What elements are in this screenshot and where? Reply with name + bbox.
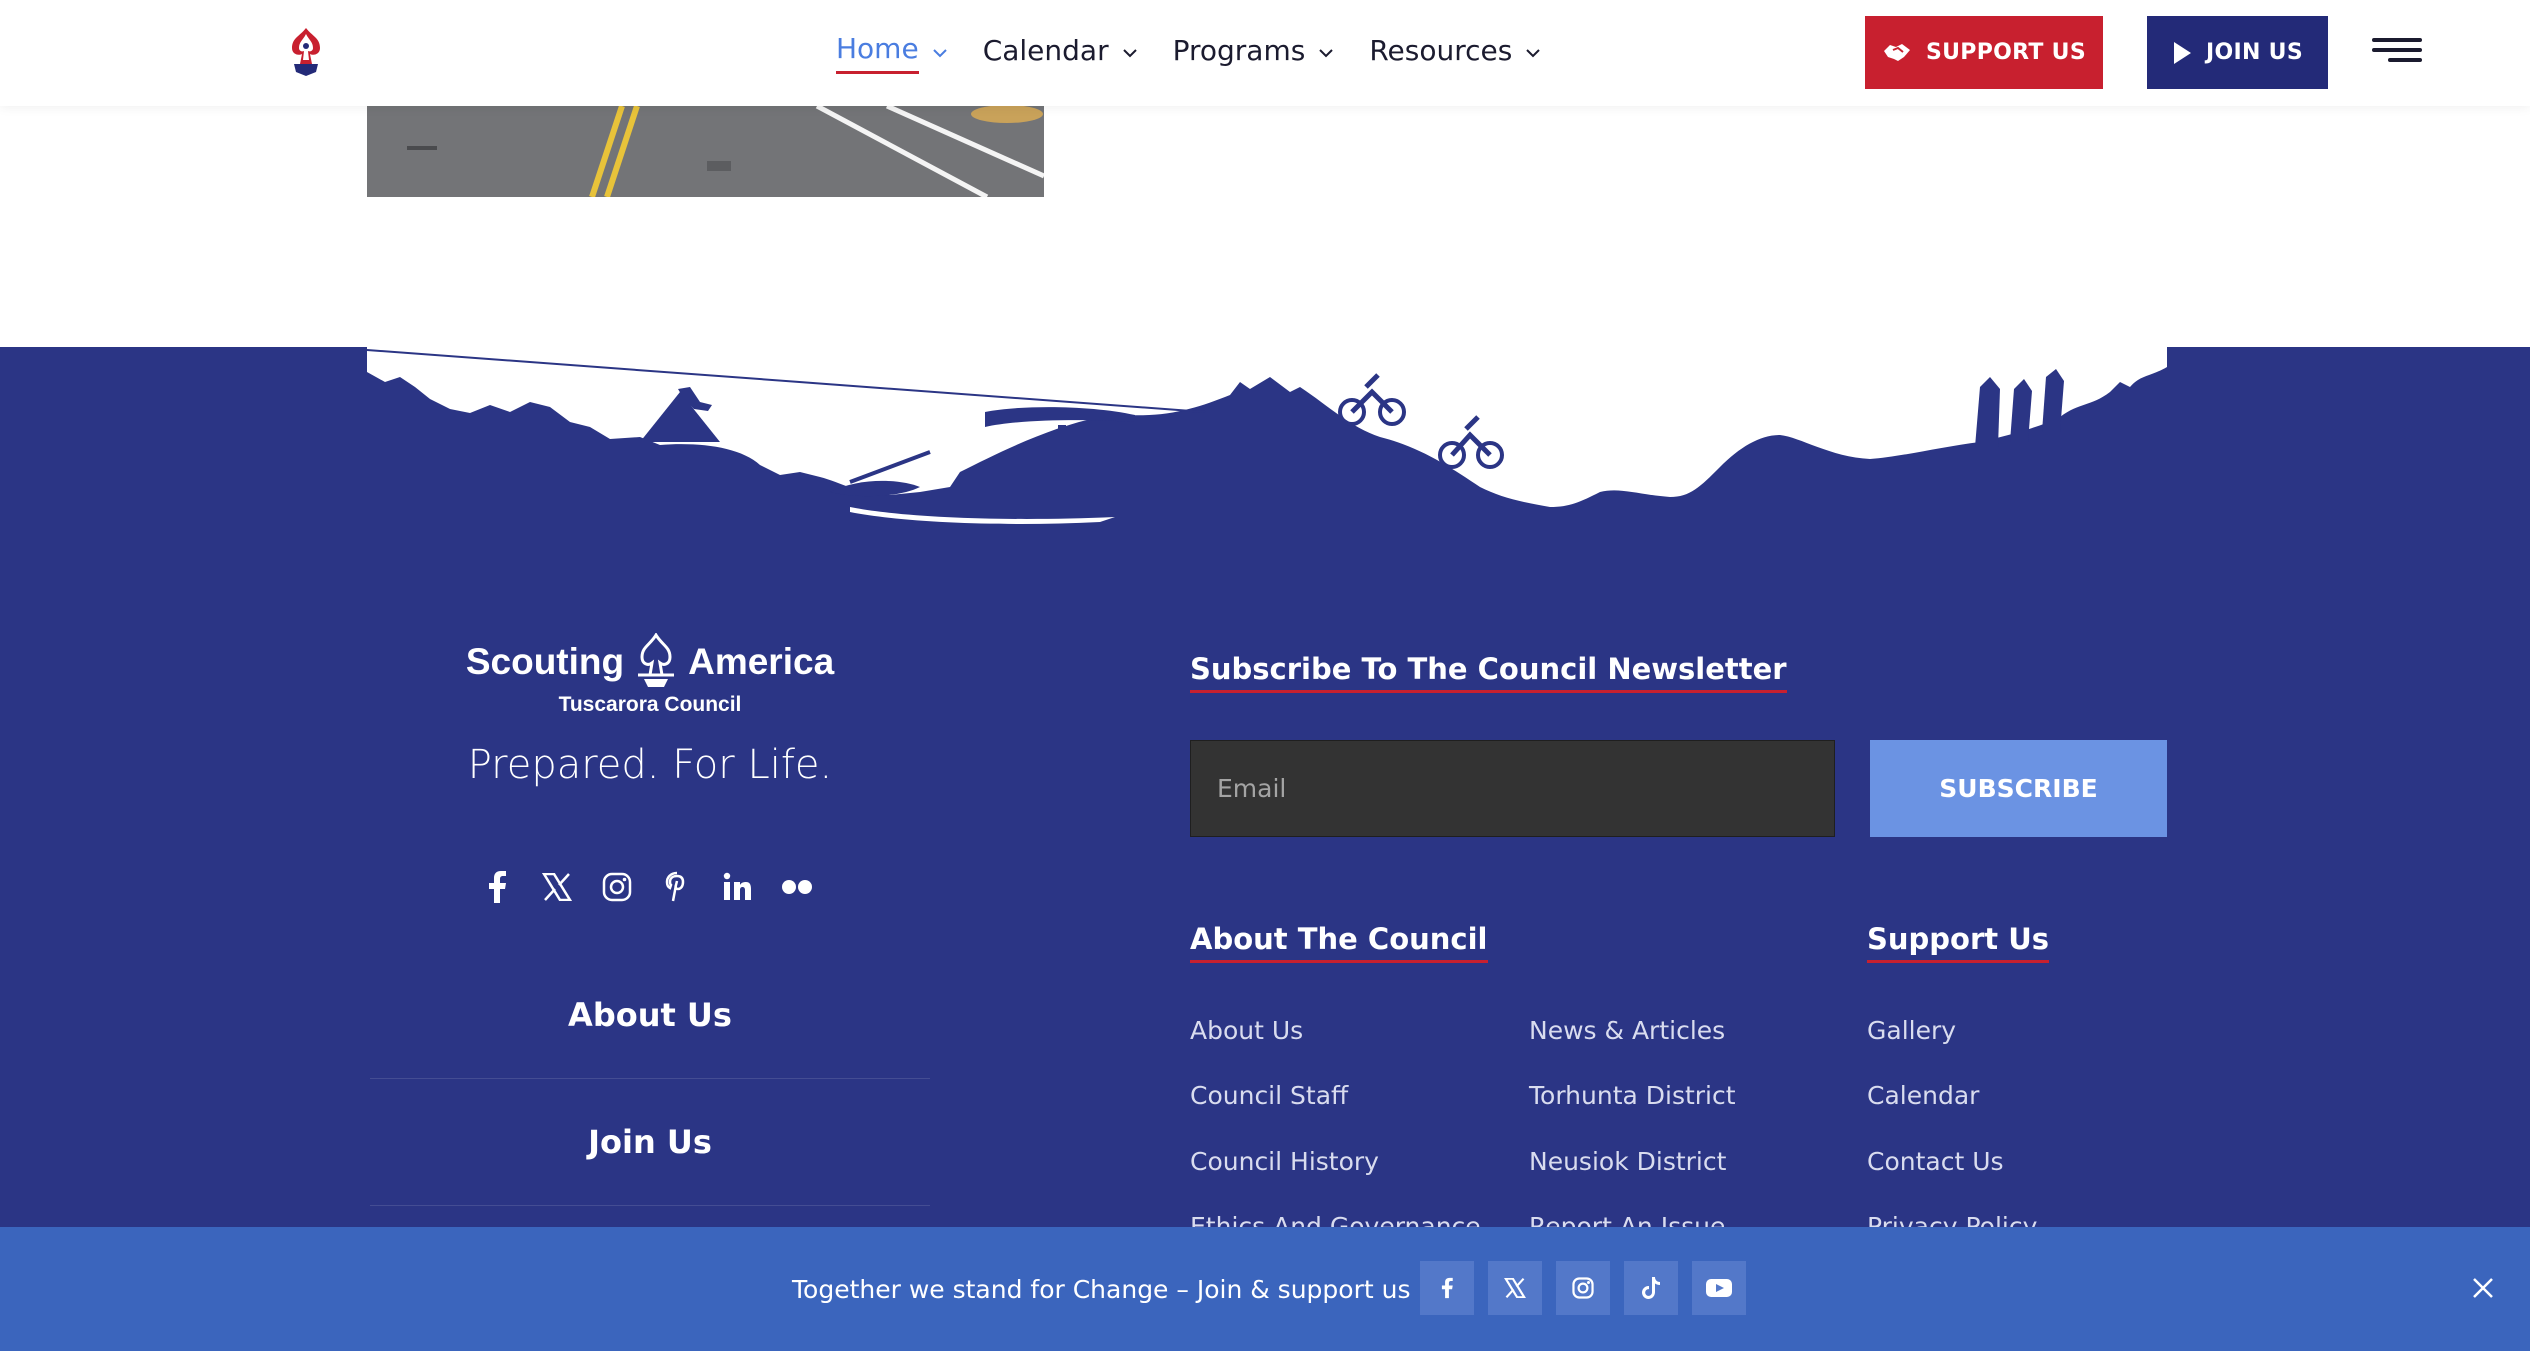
chevron-down-icon bbox=[1526, 49, 1541, 58]
instagram-icon[interactable] bbox=[1556, 1261, 1610, 1315]
site-header: Home Calendar Programs Resources SUPPORT… bbox=[0, 0, 2530, 106]
fleur-de-lis-icon bbox=[638, 633, 675, 687]
tagline: Prepared. For Life. bbox=[467, 742, 833, 788]
main-nav: Home Calendar Programs Resources bbox=[836, 0, 1576, 106]
chevron-down-icon bbox=[1122, 49, 1137, 58]
divider bbox=[370, 1078, 930, 1079]
footer-link-council-staff[interactable]: Council Staff bbox=[1190, 1081, 1348, 1110]
hamburger-menu-icon[interactable] bbox=[2372, 38, 2422, 68]
close-icon[interactable] bbox=[2466, 1271, 2500, 1305]
nav-item-calendar[interactable]: Calendar bbox=[983, 34, 1139, 73]
nav-label: Calendar bbox=[982, 33, 1109, 67]
chevron-down-icon bbox=[932, 49, 947, 58]
footer-link-neusiok-district[interactable]: Neusiok District bbox=[1529, 1147, 1726, 1176]
nav-item-resources[interactable]: Resources bbox=[1369, 34, 1542, 73]
join-us-label: JOIN US bbox=[2206, 40, 2303, 65]
nav-label: Home bbox=[836, 32, 919, 74]
outdoor-silhouette bbox=[366, 347, 2167, 524]
nav-label: Programs bbox=[1172, 33, 1306, 67]
support-us-title: Support Us bbox=[1867, 922, 2050, 963]
notification-bar: Together we stand for Change – Join & su… bbox=[0, 1227, 2530, 1351]
instagram-icon[interactable] bbox=[598, 868, 636, 906]
nav-item-programs[interactable]: Programs bbox=[1173, 34, 1336, 73]
about-council-title: About The Council bbox=[1190, 922, 1488, 963]
footer-link-contact-us[interactable]: Contact Us bbox=[1867, 1147, 2004, 1176]
youtube-icon[interactable] bbox=[1692, 1261, 1746, 1315]
brand-logo[interactable]: Scouting America bbox=[430, 633, 870, 691]
nav-label: Resources bbox=[1369, 33, 1513, 67]
email-field[interactable] bbox=[1190, 740, 1835, 837]
nav-item-home[interactable]: Home bbox=[836, 32, 949, 74]
facebook-icon[interactable] bbox=[1420, 1261, 1474, 1315]
subscribe-button[interactable]: SUBSCRIBE bbox=[1870, 740, 2167, 837]
brand-name-left: Scouting bbox=[465, 641, 625, 682]
x-icon[interactable] bbox=[538, 868, 576, 906]
pinterest-icon[interactable] bbox=[658, 868, 696, 906]
chevron-down-icon bbox=[1319, 49, 1334, 58]
footer-link-torhunta-district[interactable]: Torhunta District bbox=[1529, 1081, 1736, 1110]
x-icon[interactable] bbox=[1488, 1261, 1542, 1315]
play-icon bbox=[2174, 41, 2192, 64]
scouting-logo-icon[interactable] bbox=[278, 24, 334, 80]
support-us-button[interactable]: SUPPORT US bbox=[1865, 16, 2103, 89]
footer-social-links bbox=[478, 868, 816, 906]
article-image bbox=[367, 106, 1044, 197]
flickr-icon[interactable] bbox=[778, 868, 816, 906]
footer-link-news-articles[interactable]: News & Articles bbox=[1529, 1016, 1725, 1045]
footer-link-council-history[interactable]: Council History bbox=[1190, 1147, 1379, 1176]
support-us-label: SUPPORT US bbox=[1926, 40, 2086, 65]
footer-brand: Scouting America Tuscarora Council bbox=[430, 633, 870, 717]
council-name: Tuscarora Council bbox=[558, 693, 742, 716]
footer-link-calendar[interactable]: Calendar bbox=[1867, 1081, 1979, 1110]
handshake-icon bbox=[1884, 43, 1910, 61]
divider bbox=[370, 1205, 930, 1206]
join-us-button[interactable]: JOIN US bbox=[2147, 16, 2328, 89]
tiktok-icon[interactable] bbox=[1624, 1261, 1678, 1315]
footer-link-about-us-2[interactable]: About Us bbox=[1190, 1016, 1303, 1045]
brand-name-right: America bbox=[688, 641, 835, 682]
footer-link-gallery[interactable]: Gallery bbox=[1867, 1016, 1956, 1045]
facebook-icon[interactable] bbox=[478, 868, 516, 906]
linkedin-icon[interactable] bbox=[718, 868, 756, 906]
footer-link-about-us[interactable]: About Us bbox=[370, 996, 930, 1034]
notification-text: Together we stand for Change – Join & su… bbox=[792, 1274, 1411, 1304]
footer-link-join-us[interactable]: Join Us bbox=[370, 1123, 930, 1161]
notification-social-links bbox=[1420, 1261, 1746, 1315]
newsletter-title: Subscribe To The Council Newsletter bbox=[1190, 652, 1787, 693]
